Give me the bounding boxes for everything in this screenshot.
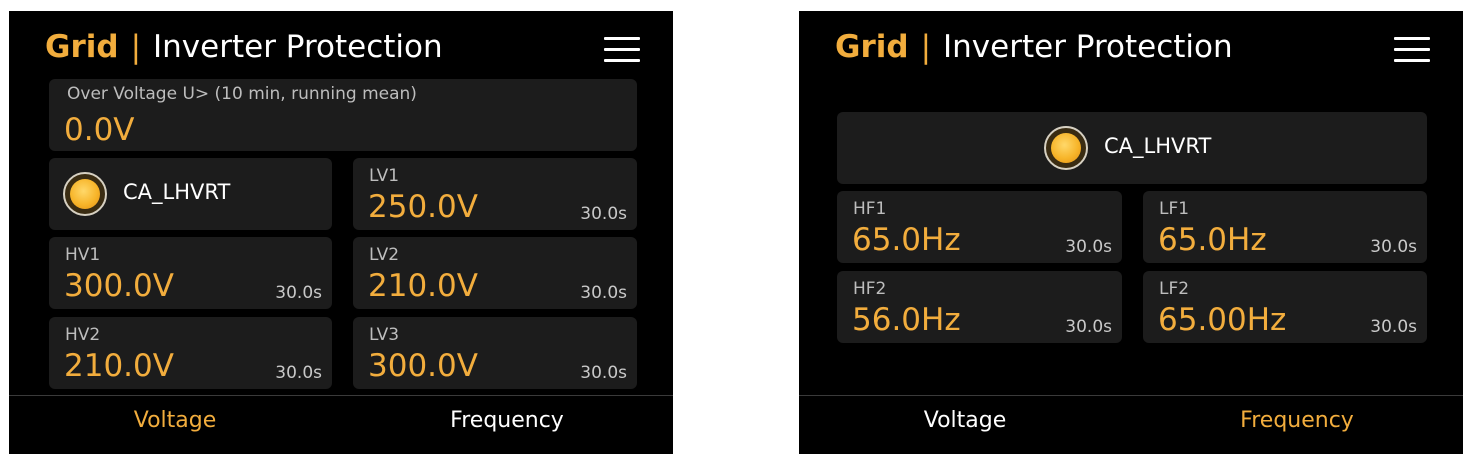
profile-name: CA_LHVRT — [123, 180, 231, 204]
profile-card[interactable]: CA_LHVRT — [49, 158, 332, 230]
hamburger-menu-icon[interactable] — [604, 37, 640, 63]
title-separator: | — [920, 29, 932, 65]
voltage-screen: Grid | Inverter Protection Over Voltage U>… — [9, 11, 673, 454]
lf1-card[interactable]: LF1 65.0Hz 30.0s — [1143, 191, 1427, 263]
hv2-time: 30.0s — [275, 363, 322, 383]
lv1-time: 30.0s — [580, 204, 627, 224]
over-voltage-value: 0.0V — [64, 112, 135, 148]
hf1-card[interactable]: HF1 65.0Hz 30.0s — [837, 191, 1122, 263]
profile-name: CA_LHVRT — [1104, 134, 1212, 158]
lv1-card[interactable]: LV1 250.0V 30.0s — [353, 158, 637, 230]
tab-frequency[interactable]: Frequency — [341, 396, 673, 454]
page-title: Grid | Inverter Protection — [45, 27, 443, 67]
profile-card[interactable]: CA_LHVRT — [837, 112, 1427, 184]
title-separator: | — [130, 29, 142, 65]
hf1-label: HF1 — [853, 199, 887, 219]
status-lamp-icon — [63, 172, 107, 216]
status-lamp-icon — [1044, 126, 1088, 170]
tab-voltage[interactable]: Voltage — [799, 396, 1131, 454]
title-brand: Grid — [835, 29, 909, 65]
hf2-time: 30.0s — [1065, 317, 1112, 337]
lv1-value: 250.0V — [368, 189, 478, 225]
lv2-card[interactable]: LV2 210.0V 30.0s — [353, 237, 637, 309]
header: Grid | Inverter Protection — [799, 11, 1463, 77]
hf2-card[interactable]: HF2 56.0Hz 30.0s — [837, 271, 1122, 343]
lv1-label: LV1 — [369, 166, 400, 186]
title-name: Inverter Protection — [943, 29, 1233, 65]
lv2-time: 30.0s — [580, 283, 627, 303]
lf1-value: 65.0Hz — [1158, 222, 1267, 258]
lf2-card[interactable]: LF2 65.00Hz 30.0s — [1143, 271, 1427, 343]
lf1-time: 30.0s — [1370, 237, 1417, 257]
hv2-card[interactable]: HV2 210.0V 30.0s — [49, 317, 332, 389]
tab-bar: Voltage Frequency — [9, 395, 673, 454]
hv1-time: 30.0s — [275, 283, 322, 303]
tab-voltage[interactable]: Voltage — [9, 396, 341, 454]
tab-bar: Voltage Frequency — [799, 395, 1463, 454]
lf2-time: 30.0s — [1370, 317, 1417, 337]
hf2-label: HF2 — [853, 279, 887, 299]
lv3-label: LV3 — [369, 325, 400, 345]
lv3-card[interactable]: LV3 300.0V 30.0s — [353, 317, 637, 389]
lf2-value: 65.00Hz — [1158, 302, 1287, 338]
hamburger-menu-icon[interactable] — [1394, 37, 1430, 63]
page-title: Grid | Inverter Protection — [835, 27, 1233, 67]
hf2-value: 56.0Hz — [852, 302, 961, 338]
over-voltage-label: Over Voltage U> (10 min, running mean) — [67, 84, 417, 104]
hf1-time: 30.0s — [1065, 237, 1112, 257]
hf1-value: 65.0Hz — [852, 222, 961, 258]
lv2-value: 210.0V — [368, 268, 478, 304]
lv2-label: LV2 — [369, 245, 400, 265]
lv3-value: 300.0V — [368, 348, 478, 384]
hv1-card[interactable]: HV1 300.0V 30.0s — [49, 237, 332, 309]
tab-frequency[interactable]: Frequency — [1131, 396, 1463, 454]
title-name: Inverter Protection — [153, 29, 443, 65]
hv2-value: 210.0V — [64, 348, 174, 384]
hv2-label: HV2 — [65, 325, 101, 345]
title-brand: Grid — [45, 29, 119, 65]
header: Grid | Inverter Protection — [9, 11, 673, 77]
hv1-label: HV1 — [65, 245, 101, 265]
lv3-time: 30.0s — [580, 363, 627, 383]
lf2-label: LF2 — [1159, 279, 1190, 299]
lf1-label: LF1 — [1159, 199, 1190, 219]
frequency-screen: Grid | Inverter Protection CA_LHVRT HF1 65… — [799, 11, 1463, 454]
over-voltage-card[interactable]: Over Voltage U> (10 min, running mean) 0… — [49, 79, 637, 151]
hv1-value: 300.0V — [64, 268, 174, 304]
